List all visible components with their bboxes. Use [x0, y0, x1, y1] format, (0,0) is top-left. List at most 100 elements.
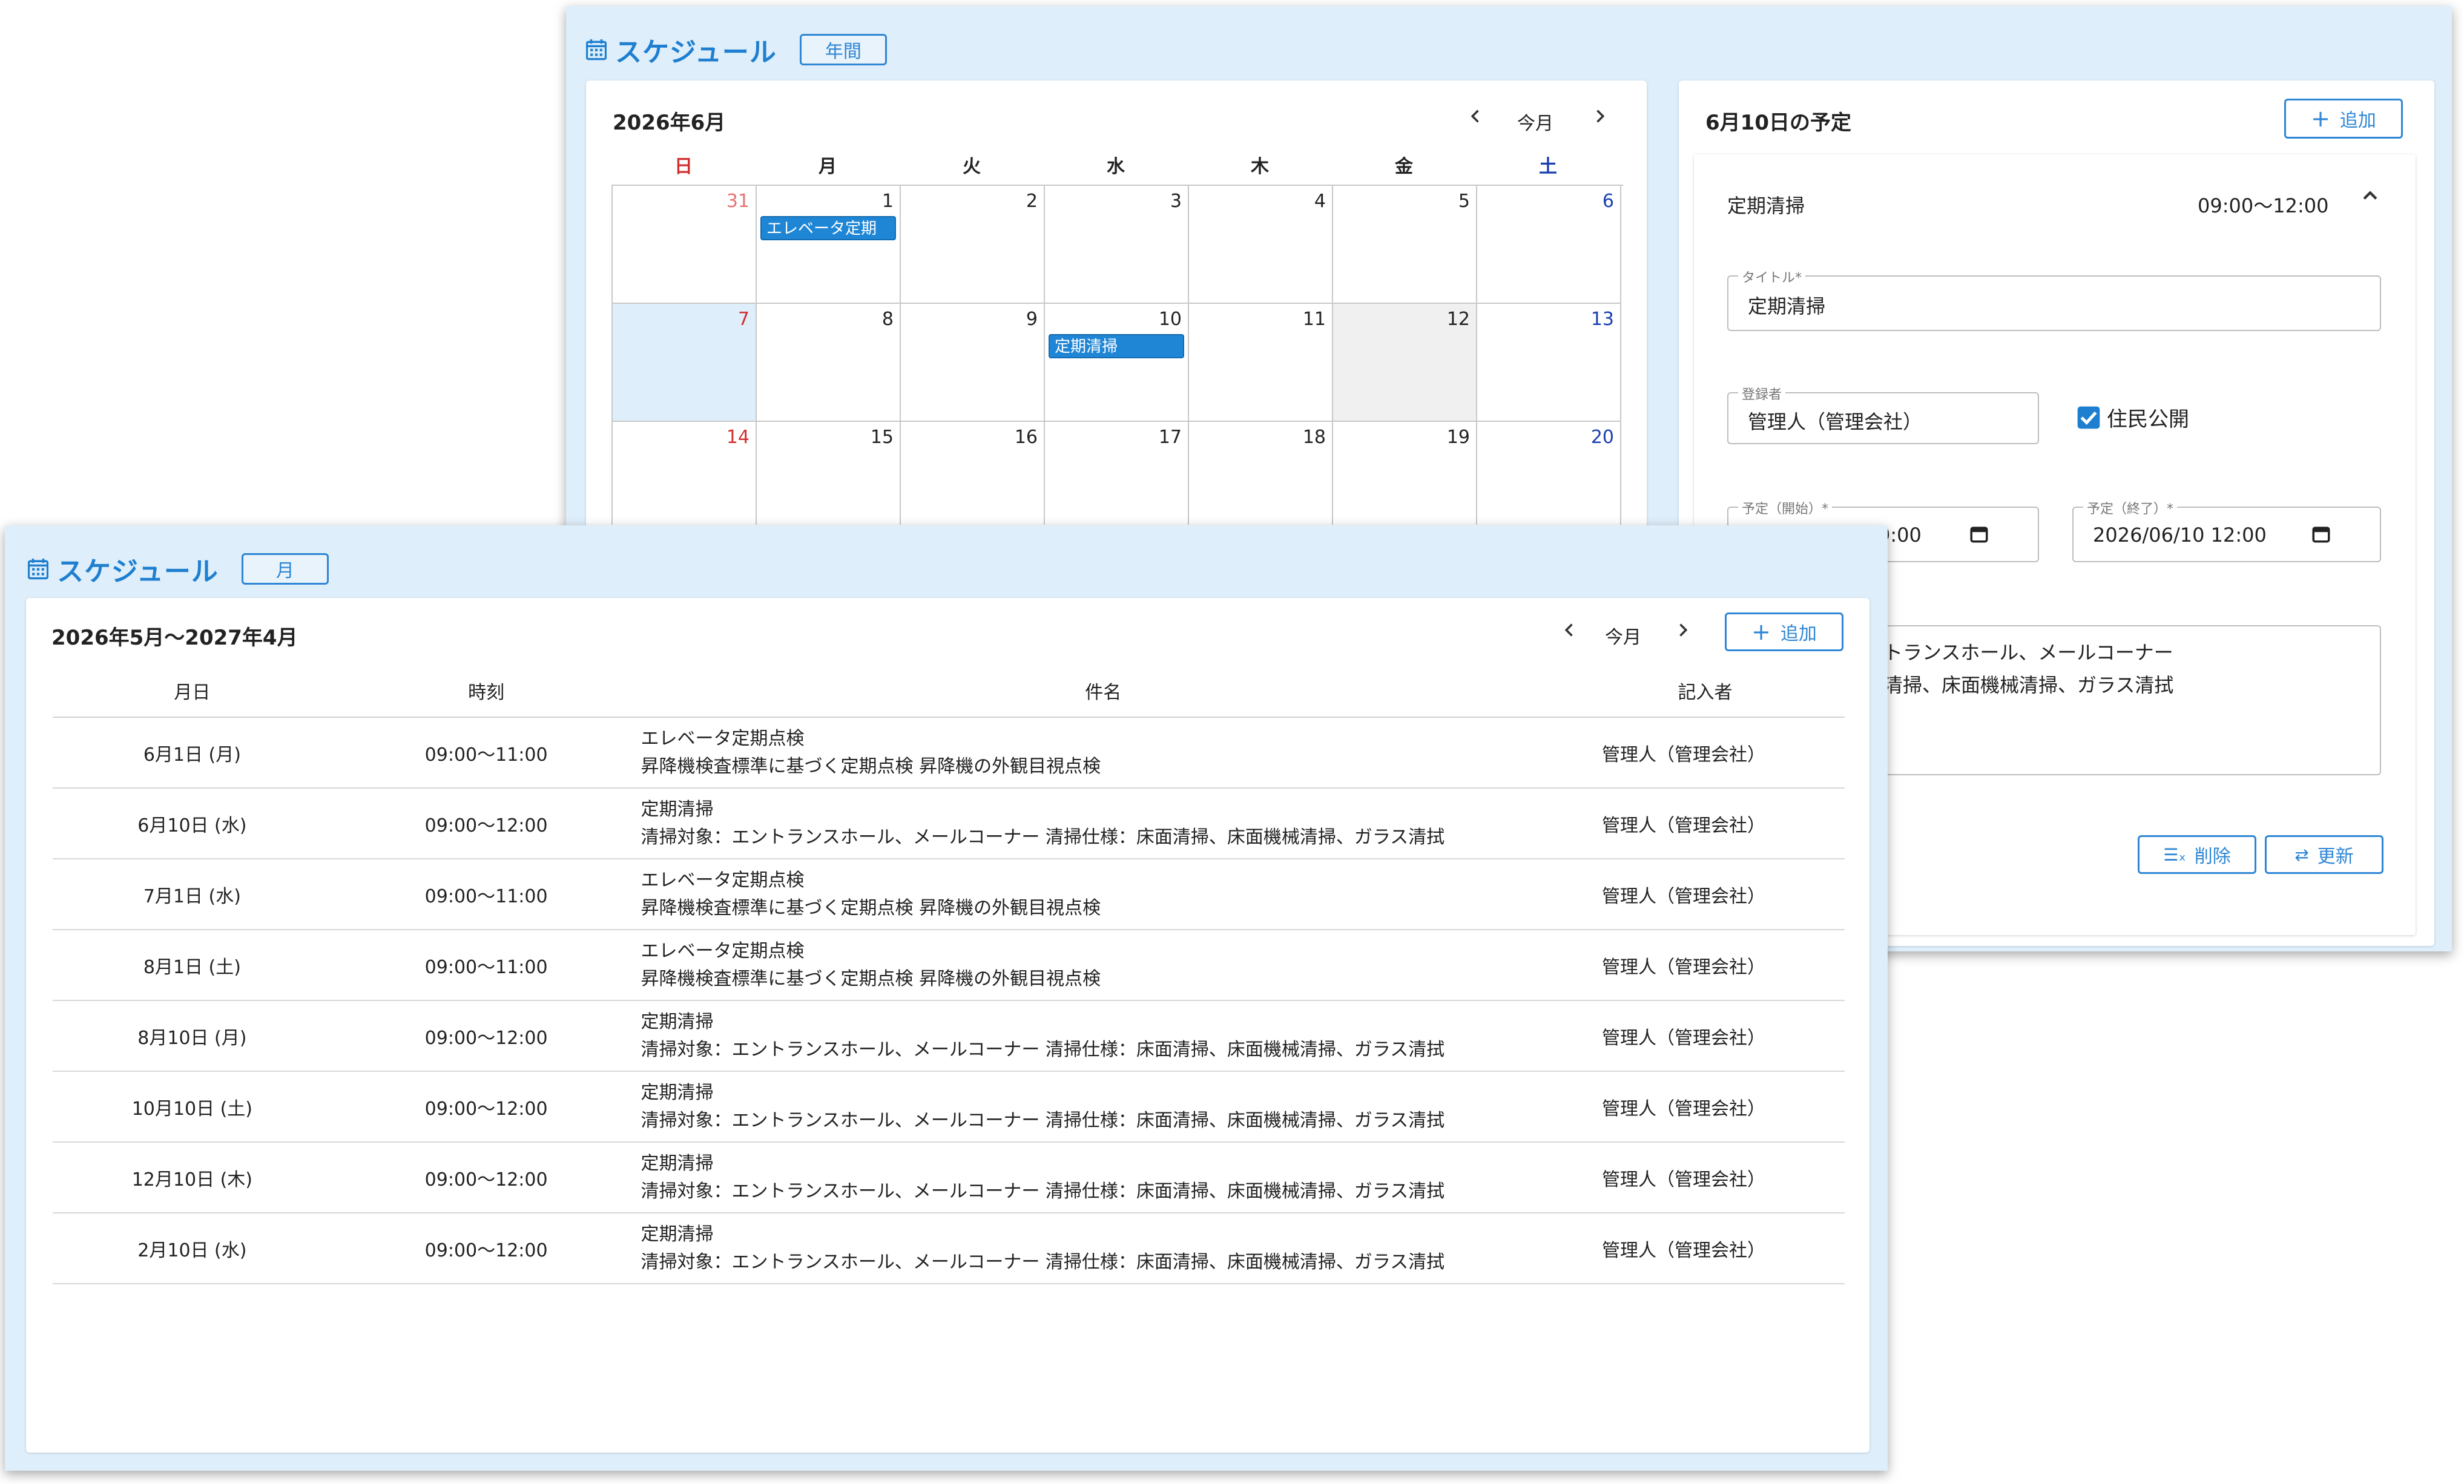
calendar-day-cell[interactable]: 9: [901, 304, 1045, 422]
day-number: 19: [1446, 427, 1470, 448]
table-row[interactable]: 7月1日 (水) 09:00〜11:00 エレベータ定期点検 昇降機検査標準に基づく定…: [53, 859, 1845, 930]
end-field-value: 2026/06/10 12:00: [2093, 524, 2267, 547]
cell-subject: エレベータ定期点検 昇降機検査標準に基づく定期点検 昇降機の外観目視点検: [641, 717, 1566, 789]
cell-date: 8月10日 (月): [53, 1000, 332, 1072]
calendar-picker-icon[interactable]: [1969, 524, 1989, 544]
time-text: 09:00〜12:00: [424, 1169, 548, 1190]
day-number: 2: [1026, 191, 1038, 212]
table-row[interactable]: 8月10日 (月) 09:00〜12:00 定期清掃 清掃対象：エントランスホール、メ…: [53, 1000, 1845, 1072]
table-row[interactable]: 8月1日 (土) 09:00〜11:00 エレベータ定期点検 昇降機検査標準に基づく定…: [53, 930, 1845, 1001]
delete-label: 削除: [2194, 846, 2231, 867]
table-row[interactable]: 6月10日 (水) 09:00〜12:00 定期清掃 清掃対象：エントランスホール、メ…: [53, 788, 1845, 859]
calendar-day-cell[interactable]: 17: [1045, 422, 1189, 525]
subject-detail: 清掃対象：エントランスホール、メールコーナー 清掃仕様：床面清掃、床面機械清掃、…: [641, 1180, 1445, 1202]
cell-author: 管理人（管理会社）: [1566, 859, 1845, 930]
prev-month-button[interactable]: [1464, 105, 1488, 129]
calendar-day-cell[interactable]: 31: [613, 186, 757, 304]
calendar-day-cell[interactable]: 11: [1189, 304, 1333, 422]
registrant-field[interactable]: 登録者 管理人（管理会社）: [1727, 384, 2039, 444]
calendar-day-cell[interactable]: 20: [1477, 422, 1621, 525]
day-number: 3: [1170, 191, 1182, 212]
calendar-day-cell[interactable]: 4: [1189, 186, 1333, 304]
calendar-day-cell[interactable]: 6: [1477, 186, 1621, 304]
calendar-day-cell[interactable]: 5: [1333, 186, 1477, 304]
subject-detail: 昇降機検査標準に基づく定期点検 昇降機の外観目視点検: [641, 897, 1101, 919]
weekday-label: 金: [1395, 156, 1413, 177]
add-schedule-button[interactable]: + 追加: [1725, 612, 1843, 651]
day-number: 31: [726, 191, 749, 212]
time-text: 09:00〜12:00: [424, 1027, 548, 1049]
next-period-button[interactable]: [1670, 619, 1695, 643]
add-schedule-button[interactable]: + 追加: [2284, 99, 2403, 139]
chevron-up-icon: [2363, 191, 2377, 200]
cell-author: 管理人（管理会社）: [1566, 930, 1845, 1001]
calendar-event-chip[interactable]: 定期清掃: [1049, 334, 1184, 358]
time-text: 09:00〜11:00: [424, 744, 548, 766]
author-text: 管理人（管理会社）: [1602, 1098, 1766, 1120]
calendar-day-cell[interactable]: 18: [1189, 422, 1333, 525]
calendar-day-cell[interactable]: 14: [613, 422, 757, 525]
day-number: 10: [1158, 309, 1182, 330]
header: スケジュール 月: [28, 550, 329, 588]
cell-subject: 定期清掃 清掃対象：エントランスホール、メールコーナー 清掃仕様：床面清掃、床面機…: [641, 1000, 1566, 1072]
chevron-right-icon: [1679, 623, 1688, 637]
update-label: 更新: [2317, 846, 2354, 867]
title-field[interactable]: タイトル* 定期清掃: [1727, 267, 2381, 331]
calendar-grid: 31 1 エレベータ定期 2 3 4 5 6 7 8 9 10 定期清掃 11 12 13 14 15 16 17 18…: [611, 185, 1623, 525]
calendar-day-cell[interactable]: 7: [613, 304, 757, 422]
item-title: 定期清掃: [1727, 194, 1805, 217]
calendar-day-cell[interactable]: 10 定期清掃: [1045, 304, 1189, 422]
registrant-field-label: 登録者: [1738, 384, 1786, 403]
page-title: スケジュール: [615, 37, 777, 68]
page-title: スケジュール: [57, 556, 219, 587]
subject-title: 定期清掃: [641, 1223, 714, 1245]
chevron-left-icon: [1471, 110, 1479, 123]
schedule-window-monthly: スケジュール 月 2026年5月〜2027年4月 今月 + 追加 月日 時刻 件名…: [5, 525, 1888, 1471]
date-text: 12月10日 (木): [131, 1169, 253, 1190]
schedule-table: 月日 時刻 件名 記入者 6月1日 (月) 09:00〜11:00 エレベータ定期点…: [53, 665, 1845, 1284]
view-mode-chip[interactable]: 月: [241, 553, 329, 585]
calendar-event-chip[interactable]: エレベータ定期: [760, 216, 896, 240]
author-text: 管理人（管理会社）: [1602, 744, 1766, 766]
view-mode-chip[interactable]: 年間: [799, 34, 887, 65]
calendar-day-cell[interactable]: 15: [757, 422, 901, 525]
schedule-list-card: 2026年5月〜2027年4月 今月 + 追加 月日 時刻 件名 記入者 6月1日…: [26, 598, 1869, 1453]
update-button[interactable]: ⇄ 更新: [2265, 835, 2383, 874]
plus-icon: +: [1751, 619, 1771, 645]
calendar-day-cell[interactable]: 13: [1477, 304, 1621, 422]
this-month-button[interactable]: 今月: [1605, 622, 1641, 649]
collapse-button[interactable]: [2360, 186, 2380, 209]
column-header-time: 時刻: [331, 665, 641, 718]
start-field-label: 予定（開始）*: [1738, 498, 1833, 517]
subject-detail: 昇降機検査標準に基づく定期点検 昇降機の外観目視点検: [641, 968, 1101, 990]
date-text: 6月1日 (月): [143, 744, 241, 766]
calendar-day-cell[interactable]: 12: [1333, 304, 1477, 422]
date-text: 7月1日 (水): [143, 885, 241, 907]
calendar-icon: [28, 559, 48, 580]
cell-subject: 定期清掃 清掃対象：エントランスホール、メールコーナー 清掃仕様：床面清掃、床面機…: [641, 788, 1566, 859]
calendar-day-cell[interactable]: 3: [1045, 186, 1189, 304]
cell-time: 09:00〜12:00: [331, 1142, 641, 1213]
this-month-button[interactable]: 今月: [1517, 108, 1553, 135]
resident-public-checkbox[interactable]: 住民公開: [2077, 402, 2189, 432]
prev-period-button[interactable]: [1558, 619, 1582, 643]
calendar-day-cell[interactable]: 8: [757, 304, 901, 422]
table-row[interactable]: 6月1日 (月) 09:00〜11:00 エレベータ定期点検 昇降機検査標準に基づく定…: [53, 717, 1845, 789]
table-row[interactable]: 12月10日 (木) 09:00〜12:00 定期清掃 清掃対象：エントランスホール、…: [53, 1142, 1845, 1213]
time-text: 09:00〜12:00: [424, 815, 548, 836]
calendar-day-cell[interactable]: 2: [901, 186, 1045, 304]
table-row[interactable]: 10月10日 (土) 09:00〜12:00 定期清掃 清掃対象：エントランスホール、…: [53, 1071, 1845, 1143]
cell-author: 管理人（管理会社）: [1566, 1071, 1845, 1143]
calendar-picker-icon[interactable]: [2311, 524, 2331, 544]
subject-title: 定期清掃: [641, 1011, 714, 1033]
calendar-day-cell[interactable]: 1 エレベータ定期: [757, 186, 901, 304]
delete-button[interactable]: ☰ₓ 削除: [2138, 835, 2256, 874]
end-datetime-field[interactable]: 予定（終了）* 2026/06/10 12:00: [2072, 498, 2381, 562]
cell-author: 管理人（管理会社）: [1566, 1142, 1845, 1213]
time-text: 09:00〜11:00: [424, 885, 548, 907]
day-number: 13: [1590, 309, 1614, 330]
calendar-day-cell[interactable]: 16: [901, 422, 1045, 525]
table-row[interactable]: 2月10日 (水) 09:00〜12:00 定期清掃 清掃対象：エントランスホール、メ…: [53, 1213, 1845, 1284]
next-month-button[interactable]: [1587, 105, 1612, 129]
calendar-day-cell[interactable]: 19: [1333, 422, 1477, 525]
